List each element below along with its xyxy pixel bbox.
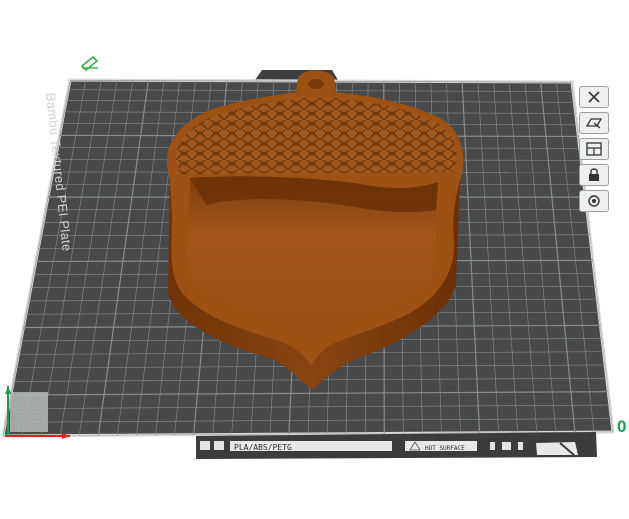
edit-marker-icon[interactable] [80,55,99,72]
lock-icon [589,168,599,181]
y-axis-arrow [5,386,11,394]
arrange-icon [586,142,602,156]
axis-origin-label: 0 [617,417,627,436]
close-icon [588,91,600,103]
hot-surface-label: HOT SURFACE [425,445,465,452]
acorn-stem-hole [308,79,324,89]
arrange-button[interactable] [579,138,609,160]
close-plate-button[interactable] [579,86,609,108]
plate-toolbar [579,86,623,216]
lock-plate-button[interactable] [579,164,609,186]
filament-label: PLA/ABS/PETG [234,443,292,452]
orient-icon [585,118,603,129]
plate-bottom-strip: PLA/ABS/PETG HOT SURFACE [196,432,597,459]
settings-icon [588,195,600,207]
3d-viewport[interactable]: PLA/ABS/PETG HOT SURFACE [0,0,629,519]
plate-settings-button[interactable] [579,190,609,212]
origin-corner [10,392,48,432]
orient-button[interactable] [579,112,609,134]
